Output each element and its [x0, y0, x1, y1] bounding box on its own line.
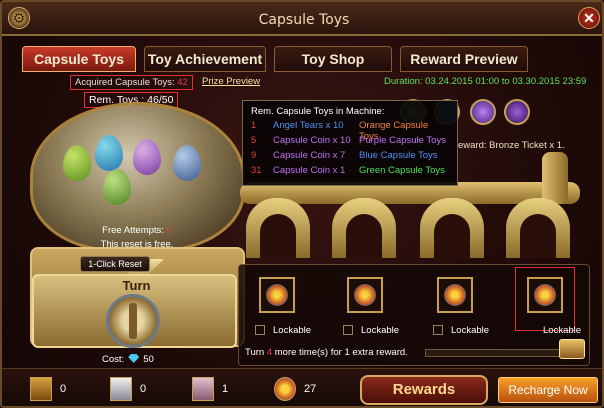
tooltip-row: 5 Capsule Coin x 10 Purple Capsule Toys: [251, 135, 449, 150]
purple-capsule-icon: [504, 99, 530, 125]
pipe-vertical: [542, 152, 568, 204]
lockable-label: Lockable: [543, 325, 582, 336]
bottom-bar: 0 0 1 27 Rewards Recharge Now: [2, 368, 602, 406]
capsule-coin-icon[interactable]: [347, 277, 383, 313]
capsule-coin-icon[interactable]: [527, 277, 563, 313]
turn-knob-button[interactable]: [106, 294, 160, 348]
free-attempts-label: Free Attempts:: [102, 225, 164, 236]
duration: Duration: 03.24.2015 01:00 to 03.30.2015…: [384, 76, 587, 87]
tooltip-count: 9: [251, 150, 257, 161]
tooltip-capsule: Purple Capsule Toys: [359, 135, 446, 146]
reset-free-text: This reset is free.: [100, 239, 174, 250]
lock-checkbox[interactable]: [343, 325, 353, 335]
tooltip-row: 9 Capsule Coin x 7 Blue Capsule Toys: [251, 150, 449, 165]
pipe-outlet: [506, 198, 570, 258]
extra-suffix: more time(s) for 1 extra reward.: [274, 347, 408, 358]
tab-toy-shop[interactable]: Toy Shop: [274, 46, 392, 72]
capsule-coin-count: 27: [304, 383, 317, 395]
purple-ticket-count: 1: [222, 383, 229, 395]
tab-toy-achievement[interactable]: Toy Achievement: [144, 46, 266, 72]
extra-count: 4: [266, 347, 273, 358]
purple-ticket-icon: [192, 377, 214, 401]
lockable-label: Lockable: [451, 325, 490, 336]
close-button[interactable]: ✕: [578, 7, 600, 29]
one-click-reset-button[interactable]: 1-Click Reset: [80, 256, 150, 272]
capsule-tooltip: Rem. Capsule Toys in Machine: 1 Angel Te…: [242, 100, 458, 186]
tooltip-item: Capsule Coin x 10: [273, 135, 351, 146]
tooltip-row: 1 Angel Tears x 10 Orange Capsule Toys: [251, 120, 449, 142]
extra-reward-progress-bar: [425, 349, 575, 357]
title-bar: ⚙ Capsule Toys ✕: [2, 2, 602, 36]
reward-text: eward: Bronze Ticket x 1.: [458, 140, 565, 151]
turn-panel: Turn: [32, 274, 237, 348]
tooltip-count: 5: [251, 135, 257, 146]
pipe-outlet: [246, 198, 310, 258]
cost-label: Cost:: [102, 354, 125, 365]
lockable-label: Lockable: [361, 325, 400, 336]
tooltip-row: 31 Capsule Coin x 1 Green Capsule Toys: [251, 165, 449, 180]
prize-preview-link[interactable]: Prize Preview: [202, 76, 260, 87]
extra-reward-text: Turn 4 more time(s) for 1 extra reward.: [245, 347, 408, 358]
tooltip-count: 31: [251, 165, 262, 176]
capsule-toys-window: ⚙ Capsule Toys ✕ Capsule Toys Toy Achiev…: [0, 0, 604, 408]
capsule-coin-icon: [274, 377, 296, 401]
pipe-outlet: [420, 198, 484, 258]
bronze-ticket-count: 0: [60, 383, 67, 395]
capsule-coin-icon[interactable]: [437, 277, 473, 313]
lockable-label: Lockable: [273, 325, 312, 336]
acquired-capsule-toys: Acquired Capsule Toys: 42: [70, 75, 193, 90]
lock-checkbox[interactable]: [433, 325, 443, 335]
silver-ticket-count: 0: [140, 383, 147, 395]
silver-ticket-icon: [110, 377, 132, 401]
bronze-ticket-icon: [30, 377, 52, 401]
free-attempts: Free Attempts: 0: [22, 225, 252, 236]
extra-prefix: Turn: [245, 347, 265, 358]
purple-capsule-icon: [470, 99, 496, 125]
tooltip-item: Angel Tears x 10: [273, 120, 344, 131]
acquired-count: 42: [177, 77, 188, 88]
tab-reward-preview[interactable]: Reward Preview: [400, 46, 528, 72]
cost: Cost: 50: [102, 354, 154, 365]
tooltip-title: Rem. Capsule Toys in Machine:: [251, 106, 385, 117]
tooltip-item: Capsule Coin x 7: [273, 150, 346, 161]
treasure-chest-icon[interactable]: [559, 339, 585, 359]
turn-label: Turn: [122, 278, 151, 293]
tooltip-capsule: Green Capsule Toys: [359, 165, 445, 176]
diamond-icon: [128, 354, 140, 363]
free-attempts-value: 0: [166, 225, 172, 236]
tab-capsule-toys[interactable]: Capsule Toys: [22, 46, 136, 72]
tooltip-count: 1: [251, 120, 257, 131]
capsule-coin-icon[interactable]: [259, 277, 295, 313]
pipe-outlet: [332, 198, 396, 258]
window-title: Capsule Toys: [258, 12, 350, 28]
tooltip-capsule: Blue Capsule Toys: [359, 150, 438, 161]
lock-checkbox[interactable]: [255, 325, 265, 335]
tooltip-item: Capsule Coin x 1: [273, 165, 346, 176]
acquired-label: Acquired Capsule Toys:: [75, 77, 175, 88]
cost-value: 50: [143, 354, 154, 365]
reward-slots-panel: Lockable Lockable Lockable Lockable Turn…: [238, 264, 590, 366]
recharge-now-button[interactable]: Recharge Now: [498, 377, 598, 403]
rewards-button[interactable]: Rewards: [360, 375, 488, 405]
